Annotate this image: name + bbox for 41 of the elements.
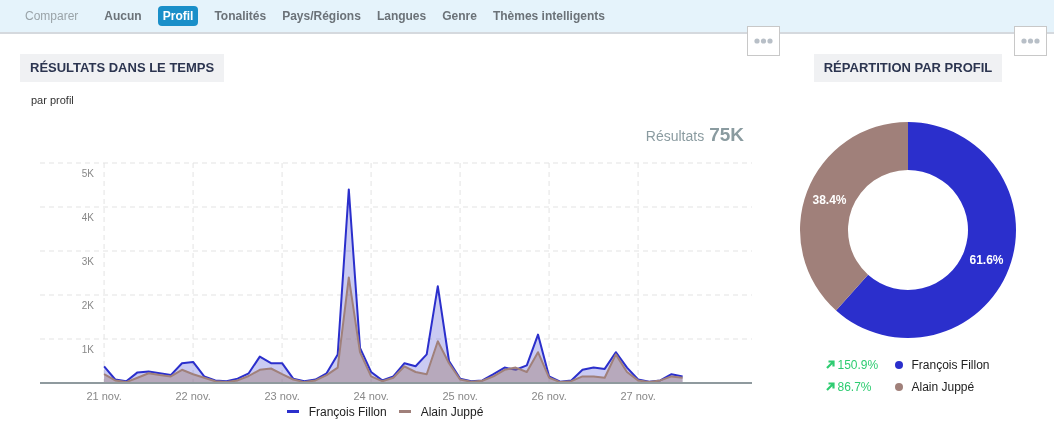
axis-label: 25 nov.	[442, 389, 478, 401]
filter-tab[interactable]: Thèmes intelligents	[492, 6, 605, 26]
legend-label: Alain Juppé	[420, 403, 484, 421]
slice-label: 61.6%	[969, 252, 1004, 267]
axis-label: 24 nov.	[353, 389, 389, 401]
filter-tab[interactable]: Pays/Régions	[282, 6, 361, 26]
axis-label: 2K	[81, 299, 94, 311]
compare-label: Comparer	[25, 8, 79, 25]
total-value: 75K	[709, 123, 744, 147]
change-value: 150.9%	[837, 356, 880, 374]
panel-subtitle: par profil	[31, 92, 75, 108]
legend-label: François Fillon	[308, 403, 387, 421]
axis-label: 23 nov.	[264, 389, 300, 401]
panel-title: RÉPARTITION PAR PROFIL	[813, 54, 1003, 82]
change-value: 86.7%	[837, 378, 873, 396]
axis-label: 5K	[81, 167, 94, 179]
legend-swatch	[398, 410, 411, 413]
total-label: Résultats	[645, 127, 705, 146]
axis-label: 21 nov.	[86, 389, 122, 401]
axis-label: 22 nov.	[175, 389, 211, 401]
filter-tab[interactable]: Langues	[376, 6, 427, 26]
axis-label: 3K	[81, 255, 94, 267]
axis-label: 4K	[81, 211, 94, 223]
filter-tab[interactable]: Profil	[157, 6, 199, 26]
more-icon	[754, 38, 773, 44]
legend-swatch	[286, 410, 299, 413]
filter-tab[interactable]: Aucun	[104, 6, 142, 26]
legend-label: Alain Juppé	[911, 378, 975, 396]
legend-label: François Fillon	[911, 356, 990, 374]
axis-label: 27 nov.	[620, 389, 656, 401]
slice-label: 38.4%	[812, 192, 847, 207]
trend-up-icon	[826, 382, 836, 391]
axis-label: 1K	[81, 343, 94, 355]
more-icon	[1021, 38, 1040, 44]
panel-title: RÉSULTATS DANS LE TEMPS	[20, 54, 225, 82]
more-button[interactable]	[1014, 26, 1047, 56]
trend-up-icon	[826, 360, 836, 369]
axis-label: 26 nov.	[531, 389, 567, 401]
filter-tab[interactable]: Genre	[442, 6, 477, 26]
filter-tab[interactable]: Tonalités	[214, 6, 267, 26]
more-button[interactable]	[747, 26, 780, 56]
